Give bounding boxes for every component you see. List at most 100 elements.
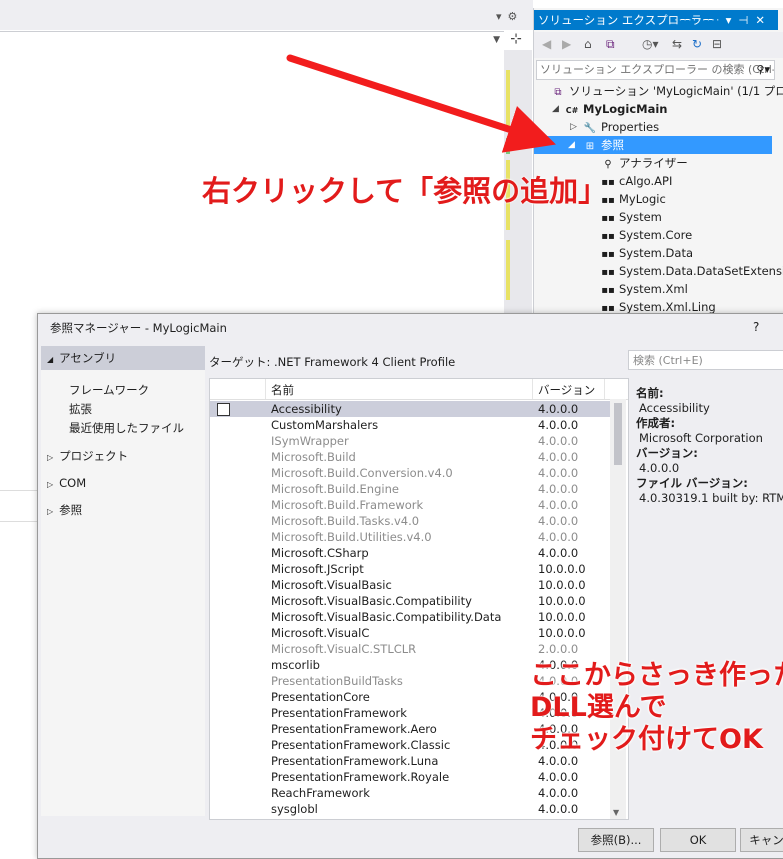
assembly-row[interactable]: Microsoft.VisualBasic 10.0.0.0	[210, 577, 610, 593]
assembly-row[interactable]: sysglobl 4.0.0.0	[210, 801, 610, 817]
nav-browse-label: 参照	[59, 503, 83, 517]
annotation-select-dll: ここからさっき作った DLL選んで チェック付けてOK	[530, 660, 783, 756]
assembly-name: Microsoft.Build.Utilities.v4.0	[271, 530, 432, 544]
assembly-row[interactable]: Microsoft.Build.Engine 4.0.0.0	[210, 481, 610, 497]
column-version-header[interactable]: バージョン	[538, 382, 595, 398]
assembly-version: 4.0.0.0	[538, 546, 579, 560]
assembly-row[interactable]: Microsoft.Build.Framework 4.0.0.0	[210, 497, 610, 513]
assembly-version: 4.0.0.0	[538, 402, 579, 416]
assembly-name: PresentationCore	[271, 690, 370, 704]
nav-projects[interactable]: ▷ プロジェクト	[41, 444, 205, 468]
assembly-version: 4.0.0.0	[538, 530, 579, 544]
assembly-version: 10.0.0.0	[538, 610, 586, 624]
assembly-name: Microsoft.JScript	[271, 562, 364, 576]
expanded-icon: ◢	[47, 355, 54, 364]
annotation-line: チェック付けてOK	[530, 724, 763, 755]
assembly-row[interactable]: Microsoft.Build.Conversion.v4.0 4.0.0.0	[210, 465, 610, 481]
assembly-version: 4.0.0.0	[538, 498, 579, 512]
assembly-name: Microsoft.Build.Tasks.v4.0	[271, 514, 420, 528]
nav-browse[interactable]: ▷ 参照	[41, 498, 205, 522]
assembly-version: 4.0.0.0	[538, 786, 579, 800]
assembly-row[interactable]: Microsoft.Build.Tasks.v4.0 4.0.0.0	[210, 513, 610, 529]
assembly-row[interactable]: Microsoft.VisualBasic.Compatibility.Data…	[210, 609, 610, 625]
assembly-version: 4.0.0.0	[538, 434, 579, 448]
details-name-value: Accessibility	[639, 401, 710, 415]
assembly-row[interactable]: Microsoft.Build 4.0.0.0	[210, 449, 610, 465]
assembly-row[interactable]: Accessibility 4.0.0.0	[210, 401, 610, 417]
assembly-row[interactable]: Microsoft.VisualBasic.Compatibility 10.0.…	[210, 593, 610, 609]
dialog-navigation: ◢ アセンブリ フレームワーク 拡張 最近使用したファイル ▷ プロジェクト ▷ CO…	[41, 346, 205, 816]
assembly-version: 4.0.0.0	[538, 770, 579, 784]
assembly-name: Microsoft.VisualC.STLCLR	[271, 642, 417, 656]
details-author-value: Microsoft Corporation	[639, 431, 763, 445]
assembly-name: PresentationFramework.Classic	[271, 738, 451, 752]
dialog-button-bar: 参照(B)... OK キャンセル	[41, 818, 783, 858]
collapsed-icon: ▷	[47, 480, 54, 489]
assembly-row[interactable]: CustomMarshalers 4.0.0.0	[210, 417, 610, 433]
assembly-name: Accessibility	[271, 402, 342, 416]
browse-button[interactable]: 参照(B)...	[578, 828, 654, 852]
help-button[interactable]: ?	[753, 320, 759, 334]
details-version-label: バージョン:	[636, 446, 698, 460]
assembly-name: Microsoft.VisualBasic.Compatibility	[271, 594, 472, 608]
nav-assemblies[interactable]: ◢ アセンブリ	[41, 346, 205, 370]
dialog-search-input[interactable]: 検索 (Ctrl+E)	[628, 350, 783, 370]
nav-assemblies-label: アセンブリ	[59, 351, 117, 365]
assembly-name: Microsoft.CSharp	[271, 546, 369, 560]
nav-projects-label: プロジェクト	[59, 449, 129, 463]
nav-recent[interactable]: 最近使用したファイル	[69, 420, 184, 436]
assembly-name: ReachFramework	[271, 786, 370, 800]
assembly-name: PresentationFramework.Royale	[271, 770, 450, 784]
assembly-version: 4.0.0.0	[538, 450, 579, 464]
assembly-name: mscorlib	[271, 658, 320, 672]
assembly-name: Microsoft.Build.Framework	[271, 498, 424, 512]
assembly-name: Microsoft.Build.Conversion.v4.0	[271, 466, 453, 480]
assembly-version: 10.0.0.0	[538, 578, 586, 592]
reference-manager-dialog: 参照マネージャー - MyLogicMain ? ◢ アセンブリ フレームワーク …	[37, 313, 783, 859]
assembly-version: 4.0.0.0	[538, 466, 579, 480]
dialog-title: 参照マネージャー - MyLogicMain	[50, 321, 227, 335]
scroll-down-icon[interactable]: ▼	[613, 808, 619, 817]
column-name-header[interactable]: 名前	[271, 382, 294, 398]
assembly-version: 10.0.0.0	[538, 594, 586, 608]
details-author-label: 作成者:	[636, 416, 676, 430]
assembly-details: 名前: Accessibility 作成者: Microsoft Corpora…	[636, 386, 783, 506]
nav-com[interactable]: ▷ COM	[41, 471, 205, 495]
details-name-label: 名前:	[636, 386, 664, 400]
assembly-name: CustomMarshalers	[271, 418, 379, 432]
assembly-list-scrollbar[interactable]: ▼	[610, 399, 626, 819]
nav-framework[interactable]: フレームワーク	[69, 382, 149, 398]
assembly-row[interactable]: PresentationFramework.Royale 4.0.0.0	[210, 769, 610, 785]
annotation-right-click: 右クリックして「参照の追加」	[202, 174, 608, 208]
assembly-row[interactable]: Microsoft.JScript 10.0.0.0	[210, 561, 610, 577]
assembly-version: 4.0.0.0	[538, 418, 579, 432]
nav-extensions[interactable]: 拡張	[69, 401, 92, 417]
column-separator	[265, 379, 266, 399]
assembly-version: 2.0.0.0	[538, 642, 579, 656]
assembly-name: Microsoft.Build.Engine	[271, 482, 399, 496]
assembly-row[interactable]: Microsoft.CSharp 4.0.0.0	[210, 545, 610, 561]
assembly-name: Microsoft.VisualBasic	[271, 578, 392, 592]
cancel-button[interactable]: キャンセル	[740, 828, 783, 852]
assembly-row[interactable]: Microsoft.Build.Utilities.v4.0 4.0.0.0	[210, 529, 610, 545]
nav-com-label: COM	[59, 476, 87, 490]
assembly-row[interactable]: Microsoft.VisualC 10.0.0.0	[210, 625, 610, 641]
scrollbar-thumb[interactable]	[614, 403, 622, 465]
assembly-name: Microsoft.Build	[271, 450, 356, 464]
details-file-version-value: 4.0.30319.1 built by: RTMRel	[639, 491, 783, 505]
column-separator	[532, 379, 533, 399]
target-framework-label: ターゲット: .NET Framework 4 Client Profile	[209, 355, 456, 369]
assembly-row[interactable]: ReachFramework 4.0.0.0	[210, 785, 610, 801]
details-file-version-label: ファイル バージョン:	[636, 476, 748, 490]
assembly-row[interactable]: ISymWrapper 4.0.0.0	[210, 433, 610, 449]
assembly-name: PresentationFramework	[271, 706, 407, 720]
assembly-checkbox[interactable]	[217, 403, 230, 416]
assembly-name: sysglobl	[271, 802, 318, 816]
assembly-name: Microsoft.VisualC	[271, 626, 370, 640]
assembly-version: 4.0.0.0	[538, 482, 579, 496]
assembly-name: PresentationFramework.Aero	[271, 722, 437, 736]
ok-button[interactable]: OK	[660, 828, 736, 852]
assembly-row[interactable]: Microsoft.VisualC.STLCLR 2.0.0.0	[210, 641, 610, 657]
column-separator	[604, 379, 605, 399]
annotation-line: DLL選んで	[530, 692, 667, 723]
